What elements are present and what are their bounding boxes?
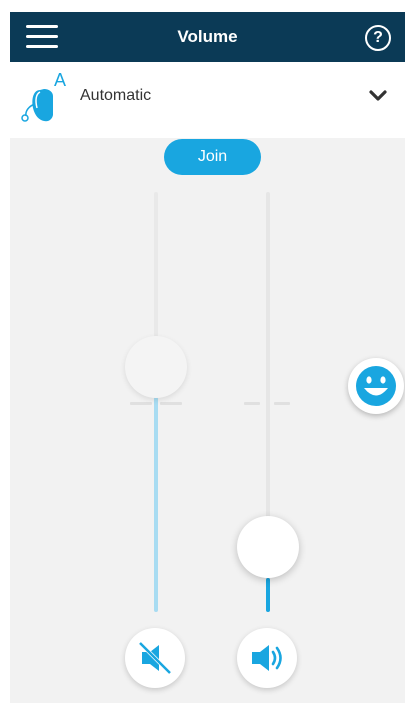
- join-button[interactable]: Join: [164, 139, 261, 175]
- smiley-face-icon[interactable]: [348, 358, 404, 414]
- top-bar: Volume ?: [10, 12, 405, 62]
- right-slider-knob[interactable]: [237, 516, 299, 578]
- speaker-volume-icon: [252, 645, 282, 671]
- volume-button[interactable]: [237, 628, 297, 688]
- chevron-down-icon[interactable]: [369, 90, 387, 102]
- page-title: Volume: [177, 27, 238, 46]
- right-slider-fill: [266, 578, 270, 612]
- right-slider-marker: [274, 402, 290, 405]
- right-slider-marker: [244, 402, 260, 405]
- left-slider-marker: [130, 402, 152, 405]
- program-selector[interactable]: A Automatic: [10, 62, 405, 138]
- left-slider-marker: [160, 402, 182, 405]
- speaker-muted-icon: [138, 641, 172, 675]
- mute-button[interactable]: [125, 628, 185, 688]
- auto-letter: A: [54, 70, 66, 90]
- left-slider-fill: [154, 397, 158, 612]
- help-icon[interactable]: ?: [365, 25, 391, 51]
- left-slider-knob[interactable]: [125, 336, 187, 398]
- program-label: Automatic: [80, 87, 152, 104]
- hearing-aid-automatic-icon: A: [21, 70, 66, 122]
- volume-screen: Volume ? A Automatic Join: [10, 12, 405, 703]
